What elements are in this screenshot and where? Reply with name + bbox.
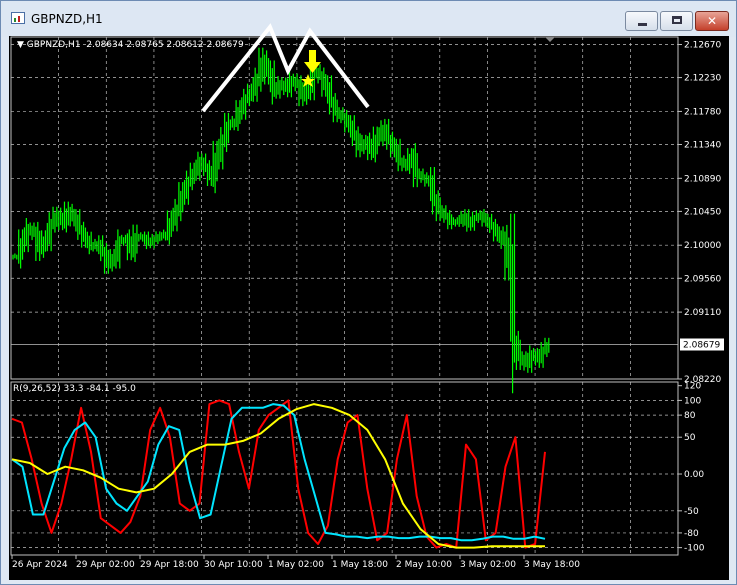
osc-axis-label: -100 — [684, 544, 705, 554]
osc-axis-label: 50 — [684, 433, 696, 443]
price-axis-label: 2.11780 — [684, 107, 721, 117]
annotations — [201, 23, 555, 113]
osc-axis-label: -80 — [684, 529, 699, 539]
time-axis-label: 3 May 02:00 — [460, 560, 516, 570]
oscillator-header: R(9,26,52) 33.3 -84.1 -95.0 — [13, 384, 136, 394]
price-axis-label: 2.10450 — [684, 207, 721, 217]
time-axis-label: 2 May 10:00 — [396, 560, 452, 570]
time-axis-label: 1 May 02:00 — [268, 560, 324, 570]
osc-axis-label: -50 — [684, 507, 699, 517]
price-axis-label: 2.09110 — [684, 308, 721, 318]
price-axis-label: 2.10000 — [684, 241, 721, 251]
osc-axis-label: 100 — [684, 396, 701, 406]
osc-axis-label: 0.00 — [684, 470, 704, 480]
time-axis-label: 1 May 18:00 — [332, 560, 388, 570]
time-axis-label: 30 Apr 10:00 — [204, 560, 263, 570]
price-axis-label: 2.10890 — [684, 174, 721, 184]
osc-slow-line — [11, 403, 545, 549]
oscillator-lines — [11, 399, 546, 549]
time-axis-label: 3 May 18:00 — [524, 560, 580, 570]
price-candles — [12, 47, 550, 394]
chart-canvas[interactable]: 2.12670 2.12230 2.11780 2.11340 2.10890 2.104… — [0, 0, 737, 585]
price-axis-label: 2.12230 — [684, 74, 721, 84]
time-axis-label: 29 Apr 18:00 — [140, 560, 199, 570]
osc-mid-line — [11, 403, 546, 542]
osc-axis-label: 80 — [684, 411, 696, 421]
time-axis-label: 29 Apr 02:00 — [76, 560, 135, 570]
current-price-label: 2.08679 — [683, 340, 720, 350]
chart-header: ▼ GBPNZD,H1 2.08634 2.08765 2.08612 2.08… — [17, 40, 244, 50]
time-axis-label: 26 Apr 2024 — [12, 560, 68, 570]
price-axis-label: 2.11340 — [684, 140, 721, 150]
price-axis-label: 2.12670 — [684, 41, 721, 51]
chart-shift-marker-icon — [545, 37, 555, 42]
osc-axis-label: 120 — [684, 382, 701, 392]
price-axis-label: 2.09560 — [684, 274, 721, 284]
